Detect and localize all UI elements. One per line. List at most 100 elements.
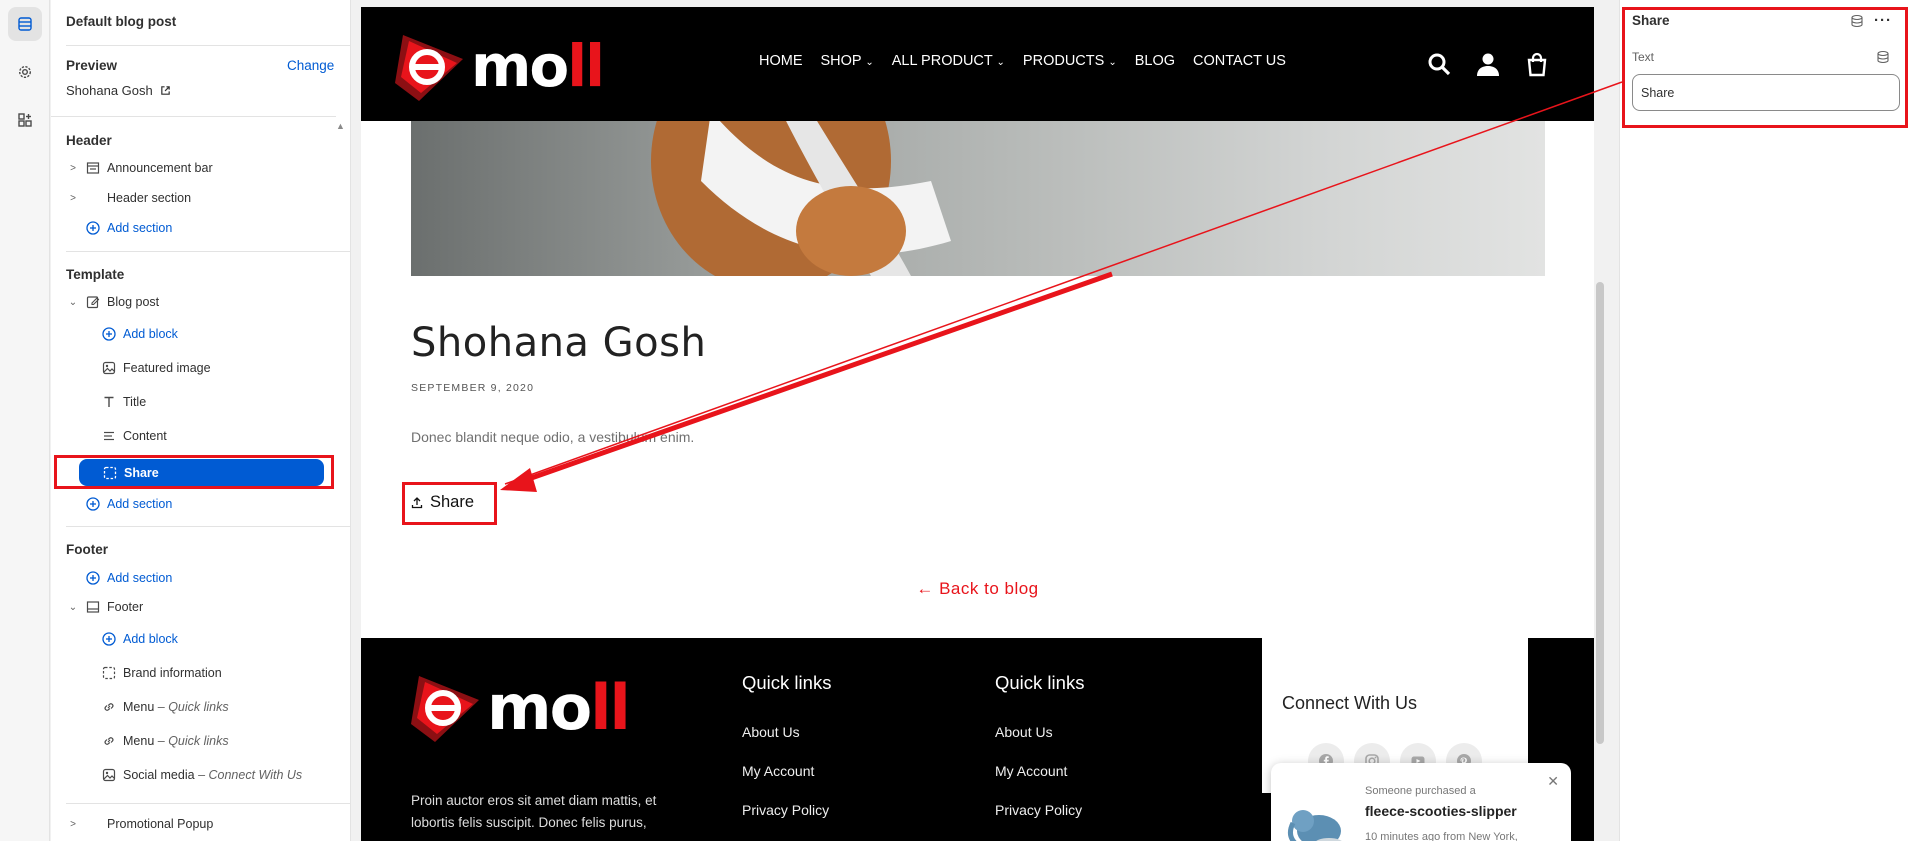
annotation-box-preview-share xyxy=(402,482,497,525)
image-icon xyxy=(102,361,116,375)
footer-link-account[interactable]: My Account xyxy=(995,763,1067,779)
add-section-footer-button[interactable]: Add section xyxy=(86,566,172,590)
change-preview-link[interactable]: Change xyxy=(287,58,334,73)
block-content[interactable]: Content xyxy=(102,424,167,448)
block-menu-1[interactable]: Menu – Quick links xyxy=(102,695,229,719)
search-icon[interactable] xyxy=(1426,51,1452,77)
add-section-header-button[interactable]: Add section xyxy=(86,216,172,240)
logo-mark-icon xyxy=(395,35,463,101)
block-menu-2[interactable]: Menu – Quick links xyxy=(102,729,229,753)
section-label: Promotional Popup xyxy=(107,817,214,831)
add-section-label: Add section xyxy=(107,497,173,511)
logo-text-red: ll xyxy=(567,32,605,100)
annotation-box-settings xyxy=(1622,7,1908,128)
nav-all-product[interactable]: ALL PRODUCT ⌄ xyxy=(892,53,1005,69)
notification-text: Someone purchased a xyxy=(1365,785,1476,797)
notification-time: 10 minutes ago from New York, xyxy=(1365,831,1518,841)
footer-link-account[interactable]: My Account xyxy=(742,763,814,779)
logo-text-white: mo xyxy=(471,32,569,100)
image-icon xyxy=(102,768,116,782)
nav-blog[interactable]: BLOG xyxy=(1135,53,1175,69)
chevron-down-icon[interactable]: ⌄ xyxy=(66,602,80,613)
section-blog-post[interactable]: ⌄ Blog post xyxy=(66,290,159,314)
back-to-blog-label: Back to blog xyxy=(939,579,1039,598)
footer-link-about[interactable]: About Us xyxy=(742,724,800,740)
footer-link-privacy[interactable]: Privacy Policy xyxy=(742,802,829,818)
popup-icon xyxy=(86,817,100,831)
dashed-box-icon xyxy=(102,666,116,680)
featured-image xyxy=(411,121,1545,276)
footer-logo[interactable]: moll xyxy=(405,666,631,748)
purchase-notification[interactable]: Someone purchased a fleece-scooties-slip… xyxy=(1271,763,1571,841)
block-featured-image[interactable]: Featured image xyxy=(102,356,211,380)
header-icon xyxy=(86,191,100,205)
link-icon xyxy=(102,734,116,748)
block-label: Content xyxy=(123,429,167,443)
sections-icon[interactable] xyxy=(8,7,42,41)
block-social-media[interactable]: Social media – Connect With Us xyxy=(102,763,302,787)
product-thumbnail-image xyxy=(1287,810,1342,841)
main-nav: HOME SHOP ⌄ ALL PRODUCT ⌄ PRODUCTS ⌄ BLO… xyxy=(759,53,1286,69)
footer-link-about[interactable]: About Us xyxy=(995,724,1053,740)
block-label: Featured image xyxy=(123,361,211,375)
annotation-box-sidebar-share xyxy=(54,455,334,489)
account-icon[interactable] xyxy=(1475,51,1501,77)
back-to-blog-link[interactable]: ← Back to blog xyxy=(361,579,1594,599)
paragraph-icon xyxy=(102,429,116,443)
plus-circle-icon xyxy=(102,632,116,646)
chevron-right-icon[interactable]: > xyxy=(66,819,80,830)
logo-text-white: mo xyxy=(487,670,592,744)
nav-shop[interactable]: SHOP ⌄ xyxy=(821,53,874,69)
footer-icon xyxy=(86,600,100,614)
nav-all-product-label: ALL PRODUCT xyxy=(891,53,993,69)
plus-circle-icon xyxy=(86,497,100,511)
block-sublabel: – Quick links xyxy=(157,734,229,748)
header-group-label: Header xyxy=(66,133,112,148)
announcement-icon xyxy=(86,161,100,175)
site-logo[interactable]: moll xyxy=(389,25,605,107)
block-label: Brand information xyxy=(123,666,222,680)
left-rail xyxy=(0,0,50,841)
chevron-right-icon[interactable]: > xyxy=(66,163,80,174)
notification-product[interactable]: fleece-scooties-slipper xyxy=(1365,803,1517,819)
theme-editor: Default blog post Preview Change Shohana… xyxy=(0,0,1908,841)
preview-scrollbar[interactable] xyxy=(1596,282,1604,744)
add-block-blog-post-button[interactable]: Add block xyxy=(102,322,178,346)
chevron-right-icon[interactable]: > xyxy=(66,193,80,204)
footer-description: Proin auctor eros sit amet diam mattis, … xyxy=(411,793,657,830)
section-announcement-bar[interactable]: > Announcement bar xyxy=(66,156,213,180)
nav-home[interactable]: HOME xyxy=(759,53,803,69)
section-label: Footer xyxy=(107,600,144,614)
nav-products[interactable]: PRODUCTS ⌄ xyxy=(1023,53,1117,69)
block-sublabel: – Connect With Us xyxy=(198,768,303,782)
chevron-down-icon: ⌄ xyxy=(865,57,874,68)
storefront-preview: moll HOME SHOP ⌄ ALL PRODUCT ⌄ PRODUCTS … xyxy=(361,7,1594,841)
block-label: Social media xyxy=(123,768,195,782)
logo-mark-icon xyxy=(411,676,479,742)
divider xyxy=(66,526,350,527)
block-label: Title xyxy=(123,395,147,409)
post-title: Shohana Gosh xyxy=(411,320,707,366)
apps-icon[interactable] xyxy=(8,103,42,137)
section-promotional-popup[interactable]: > Promotional Popup xyxy=(66,812,213,836)
settings-gear-icon[interactable] xyxy=(8,55,42,89)
preview-value[interactable]: Shohana Gosh xyxy=(66,83,171,98)
scroll-up-arrow-icon[interactable]: ▲ xyxy=(336,121,345,131)
chevron-down-icon[interactable]: ⌄ xyxy=(66,297,80,308)
section-header[interactable]: > Header section xyxy=(66,186,191,210)
add-section-template-button[interactable]: Add section xyxy=(86,492,172,516)
block-label: Menu xyxy=(123,734,155,748)
post-date: SEPTEMBER 9, 2020 xyxy=(411,382,535,394)
cart-bag-icon[interactable] xyxy=(1524,51,1550,77)
preview-label: Preview xyxy=(66,58,118,73)
text-title-icon xyxy=(102,395,116,409)
nav-contact-us[interactable]: CONTACT US xyxy=(1193,53,1286,69)
block-brand-information[interactable]: Brand information xyxy=(102,661,222,685)
close-icon[interactable]: ✕ xyxy=(1547,773,1559,790)
footer-link-privacy[interactable]: Privacy Policy xyxy=(995,802,1082,818)
add-block-label: Add block xyxy=(123,327,178,341)
block-label: Menu xyxy=(123,700,155,714)
section-footer[interactable]: ⌄ Footer xyxy=(66,595,143,619)
block-title[interactable]: Title xyxy=(102,390,146,414)
add-block-footer-button[interactable]: Add block xyxy=(102,627,178,651)
